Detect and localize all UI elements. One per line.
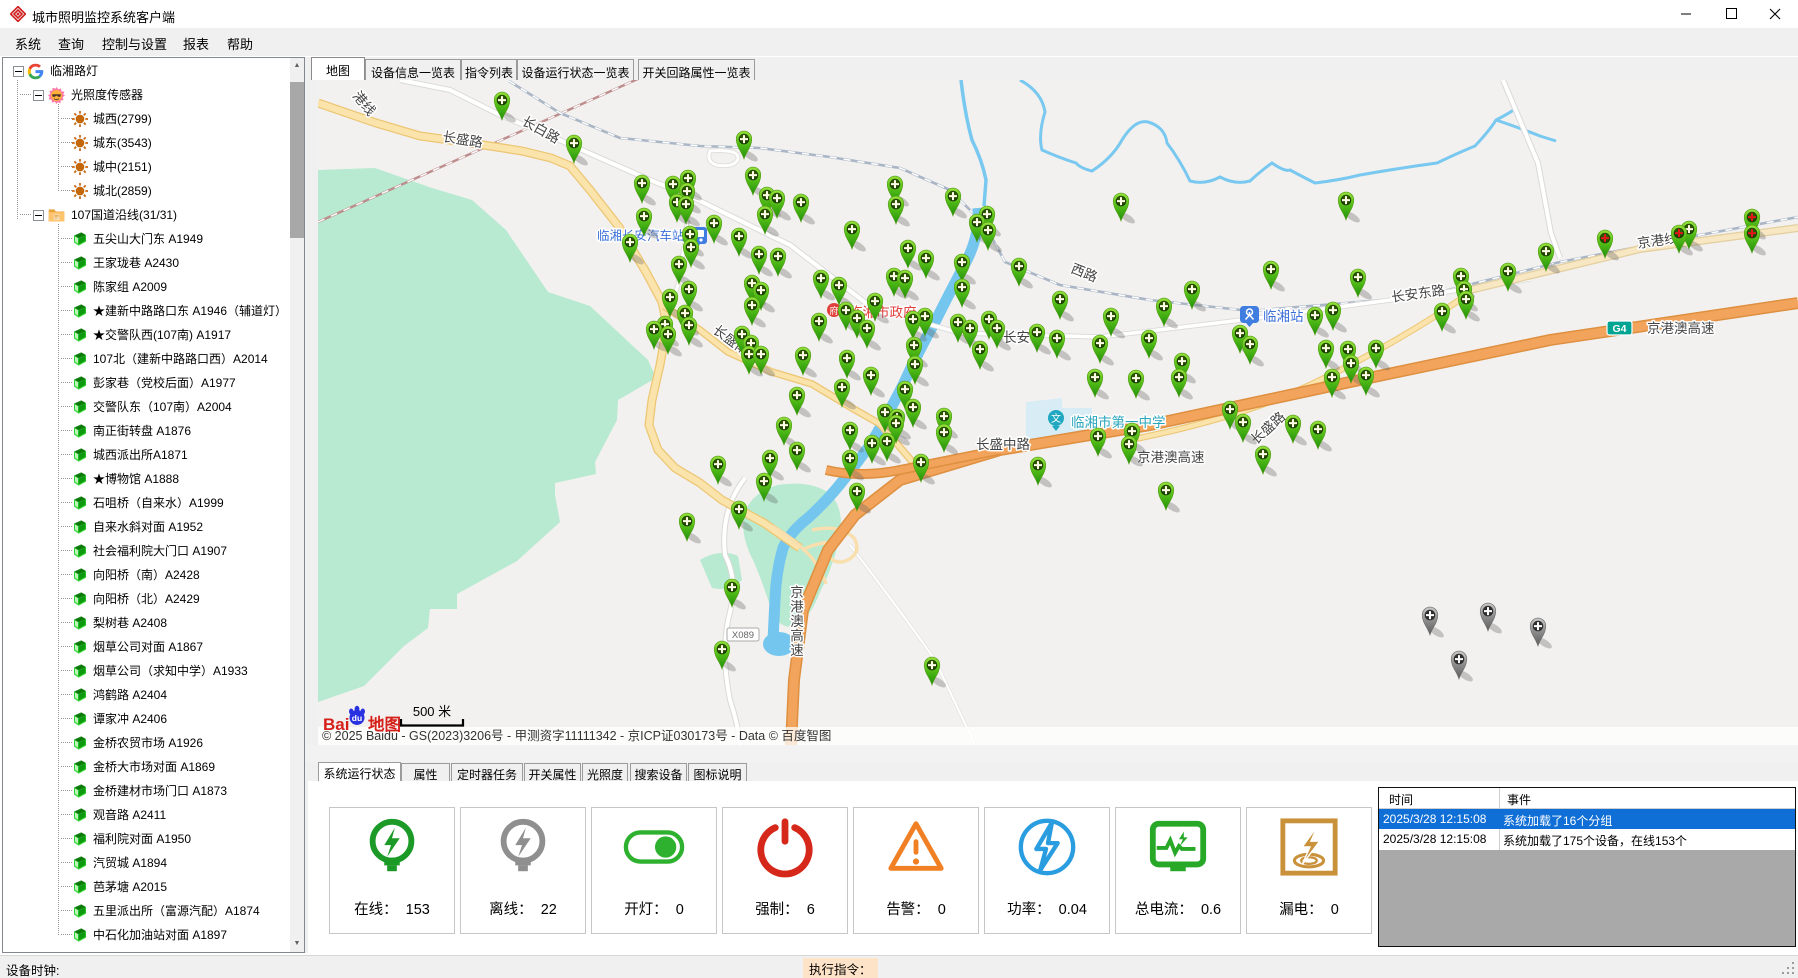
svg-text:临湘站: 临湘站 — [1263, 309, 1304, 324]
svg-text:Bai: Bai — [323, 715, 349, 734]
svg-text:地图: 地图 — [368, 714, 401, 734]
svg-text:500 米: 500 米 — [413, 704, 451, 719]
svg-text:长安: 长安 — [1003, 330, 1030, 345]
svg-text:临湘长安汽车站: 临湘长安汽车站 — [597, 228, 685, 243]
svg-text:京港澳高速: 京港澳高速 — [790, 585, 804, 658]
svg-text:府: 府 — [829, 305, 838, 316]
svg-text:京港澳高速: 京港澳高速 — [1137, 449, 1205, 465]
svg-text:长盛中路: 长盛中路 — [976, 437, 1030, 452]
svg-text:临湘市第一中学: 临湘市第一中学 — [1071, 414, 1166, 430]
svg-text:du: du — [352, 713, 362, 723]
svg-text:X089: X089 — [732, 630, 754, 641]
svg-text:文: 文 — [1051, 412, 1061, 425]
svg-text:G4: G4 — [1612, 323, 1626, 335]
svg-text:京港澳高速: 京港澳高速 — [1647, 320, 1715, 336]
